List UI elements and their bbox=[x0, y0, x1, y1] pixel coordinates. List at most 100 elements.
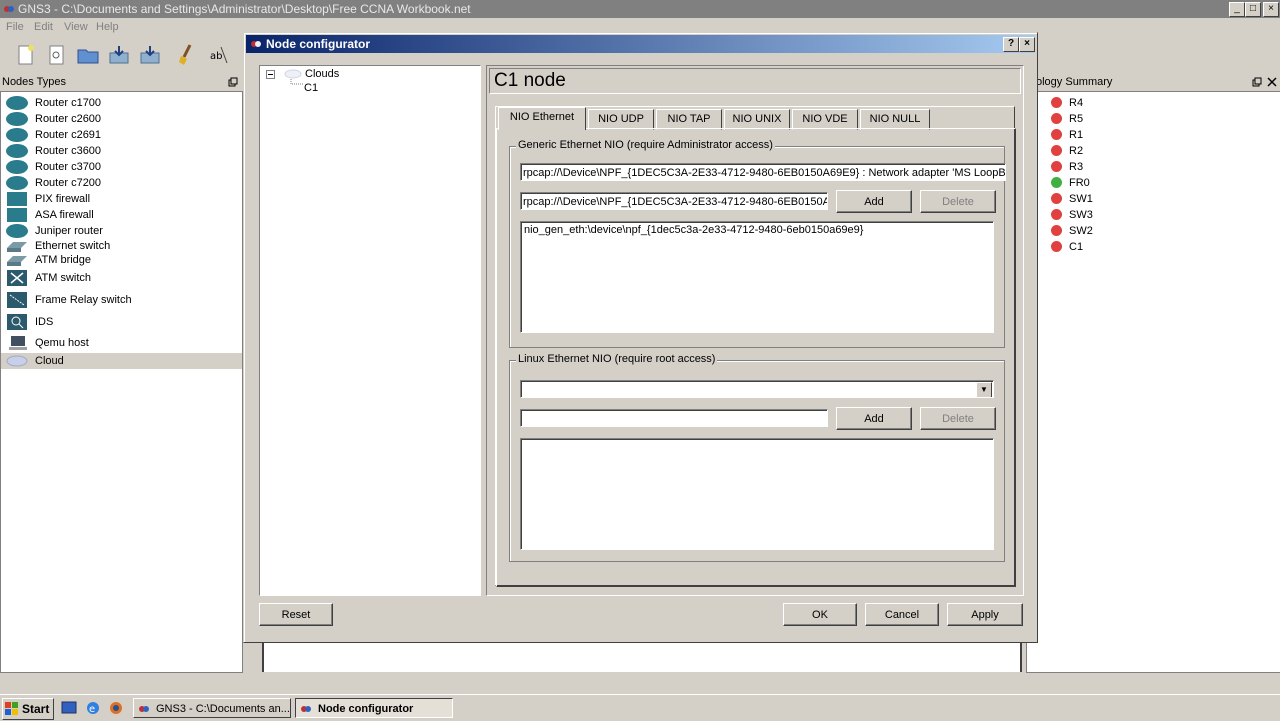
node-type-item[interactable]: Frame Relay switch bbox=[1, 292, 242, 308]
gns3-app-icon bbox=[4, 6, 14, 12]
apply-button[interactable]: Apply bbox=[947, 603, 1023, 626]
bridge-icon bbox=[7, 256, 27, 266]
clear-brush-icon[interactable] bbox=[176, 43, 200, 67]
status-dot-icon bbox=[1051, 209, 1062, 220]
dialog-titlebar: Node configurator ? × bbox=[246, 35, 1035, 53]
cancel-button[interactable]: Cancel bbox=[865, 603, 939, 626]
reset-button[interactable]: Reset bbox=[259, 603, 333, 626]
node-configurator-dialog: Node configurator ? × Clouds C1 C1 node … bbox=[243, 32, 1038, 643]
minimize-button[interactable]: _ bbox=[1229, 2, 1245, 17]
linux-ethernet-group: Linux Ethernet NIO (require root access)… bbox=[509, 353, 1005, 562]
menu-edit[interactable]: Edit bbox=[34, 21, 53, 33]
linux-nio-input[interactable] bbox=[520, 409, 828, 427]
firewall-icon bbox=[7, 192, 27, 206]
tab-nio-vde[interactable]: NIO VDE bbox=[792, 109, 858, 130]
close-button[interactable]: × bbox=[1263, 2, 1279, 17]
ids-icon bbox=[7, 314, 27, 330]
linux-ethernet-title: Linux Ethernet NIO (require root access) bbox=[516, 353, 718, 365]
node-type-item[interactable]: PIX firewall bbox=[1, 191, 242, 207]
tab-nio-ethernet[interactable]: NIO Ethernet bbox=[498, 107, 586, 130]
collapse-icon[interactable] bbox=[266, 70, 275, 79]
taskbar-item-node-configurator[interactable]: Node configurator bbox=[295, 698, 453, 718]
internet-explorer-icon[interactable]: e bbox=[85, 700, 101, 716]
tab-nio-unix[interactable]: NIO UNIX bbox=[724, 109, 790, 130]
open-folder-icon[interactable] bbox=[76, 43, 100, 67]
save-as-icon[interactable] bbox=[138, 43, 162, 67]
help-button[interactable]: ? bbox=[1003, 37, 1019, 52]
list-item[interactable]: nio_gen_eth:\device\npf_{1dec5c3a-2e33-4… bbox=[524, 224, 863, 236]
start-button[interactable]: Start bbox=[2, 698, 54, 720]
dialog-close-button[interactable]: × bbox=[1019, 37, 1035, 52]
node-type-item[interactable]: Router c3600 bbox=[1, 143, 242, 159]
firewall-icon bbox=[7, 208, 27, 222]
node-type-item[interactable]: ATM bridge bbox=[1, 252, 242, 268]
node-type-item[interactable]: Router c7200 bbox=[1, 175, 242, 191]
node-type-item[interactable]: Router c2691 bbox=[1, 127, 242, 143]
generic-add-button[interactable]: Add bbox=[836, 190, 912, 213]
node-type-item[interactable]: ASA firewall bbox=[1, 207, 242, 223]
taskbar-item-gns3[interactable]: GNS3 - C:\Documents an... bbox=[133, 698, 291, 718]
generic-adapter-combo[interactable]: rpcap://\Device\NPF_{1DEC5C3A-2E33-4712-… bbox=[520, 163, 1006, 181]
status-dot-icon bbox=[1051, 193, 1062, 204]
node-type-item[interactable]: IDS bbox=[1, 314, 242, 330]
tab-nio-tap[interactable]: NIO TAP bbox=[656, 109, 722, 130]
linux-nio-list[interactable] bbox=[520, 438, 994, 550]
undock-icon[interactable] bbox=[1252, 77, 1262, 87]
node-type-item[interactable]: Juniper router bbox=[1, 223, 242, 239]
linux-delete-button[interactable]: Delete bbox=[920, 407, 996, 430]
node-type-item[interactable]: Router c3700 bbox=[1, 159, 242, 175]
menu-view[interactable]: View bbox=[64, 21, 88, 33]
ok-button[interactable]: OK bbox=[783, 603, 857, 626]
gns3-app-icon bbox=[301, 706, 311, 712]
node-type-item[interactable]: Router c1700 bbox=[1, 95, 242, 111]
configuration-pane: C1 node NIO Ethernet NIO UDP NIO TAP NIO… bbox=[486, 65, 1024, 596]
topology-scene[interactable] bbox=[262, 642, 1022, 672]
snapshot-icon[interactable] bbox=[45, 43, 69, 67]
topology-summary-list: R4 R5 R1 R2 R3 FR0 SW1 SW3 SW2 C1 bbox=[1026, 91, 1280, 673]
generic-ethernet-group: Generic Ethernet NIO (require Administra… bbox=[509, 139, 1006, 348]
tree-connector bbox=[290, 79, 303, 85]
maximize-button[interactable]: □ bbox=[1245, 2, 1261, 17]
abc-text-icon[interactable]: ab bbox=[207, 43, 231, 67]
save-icon[interactable] bbox=[107, 43, 131, 67]
gns3-app-icon bbox=[251, 41, 261, 47]
node-type-item-selected[interactable]: Cloud bbox=[1, 353, 242, 369]
linux-add-button[interactable]: Add bbox=[836, 407, 912, 430]
tab-nio-udp[interactable]: NIO UDP bbox=[588, 109, 654, 130]
generic-nio-input[interactable]: rpcap://\Device\NPF_{1DEC5C3A-2E33-4712-… bbox=[520, 192, 828, 210]
dialog-title: Node configurator bbox=[266, 37, 370, 51]
main-window-titlebar: GNS3 - C:\Documents and Settings\Adminis… bbox=[0, 0, 1280, 18]
menu-help[interactable]: Help bbox=[96, 21, 119, 33]
status-dot-icon bbox=[1051, 129, 1062, 140]
close-icon[interactable] bbox=[1267, 77, 1277, 87]
undock-icon[interactable] bbox=[228, 77, 238, 87]
node-type-item[interactable]: Qemu host bbox=[1, 335, 242, 351]
chevron-down-icon[interactable]: ▼ bbox=[976, 382, 992, 397]
linux-adapter-combo[interactable]: ▼ bbox=[520, 380, 994, 398]
status-dot-icon bbox=[1051, 145, 1062, 156]
firefox-icon[interactable] bbox=[108, 700, 124, 716]
svg-text:ab: ab bbox=[210, 51, 222, 62]
node-type-item[interactable]: ATM switch bbox=[1, 270, 242, 286]
node-tree: Clouds C1 bbox=[259, 65, 481, 596]
topology-summary-header: ology Summary bbox=[1030, 74, 1280, 90]
frame-relay-icon bbox=[7, 292, 27, 308]
cloud-icon bbox=[284, 69, 302, 79]
generic-delete-button[interactable]: Delete bbox=[920, 190, 996, 213]
tree-item-clouds[interactable]: Clouds bbox=[305, 68, 339, 80]
router-icon bbox=[6, 224, 28, 238]
host-computer-icon bbox=[9, 336, 27, 350]
router-icon bbox=[6, 96, 28, 110]
status-dot-icon bbox=[1051, 225, 1062, 236]
show-desktop-icon[interactable] bbox=[61, 700, 77, 716]
menu-file[interactable]: File bbox=[6, 21, 24, 33]
cloud-icon bbox=[6, 355, 28, 367]
generic-nio-list[interactable]: nio_gen_eth:\device\npf_{1dec5c3a-2e33-4… bbox=[520, 221, 994, 333]
new-file-icon[interactable] bbox=[14, 43, 38, 67]
toolbar: ab bbox=[0, 37, 245, 73]
router-icon bbox=[6, 112, 28, 126]
tab-nio-null[interactable]: NIO NULL bbox=[860, 109, 930, 130]
status-dot-icon bbox=[1051, 241, 1062, 252]
tree-item-c1[interactable]: C1 bbox=[304, 82, 318, 94]
node-type-item[interactable]: Router c2600 bbox=[1, 111, 242, 127]
